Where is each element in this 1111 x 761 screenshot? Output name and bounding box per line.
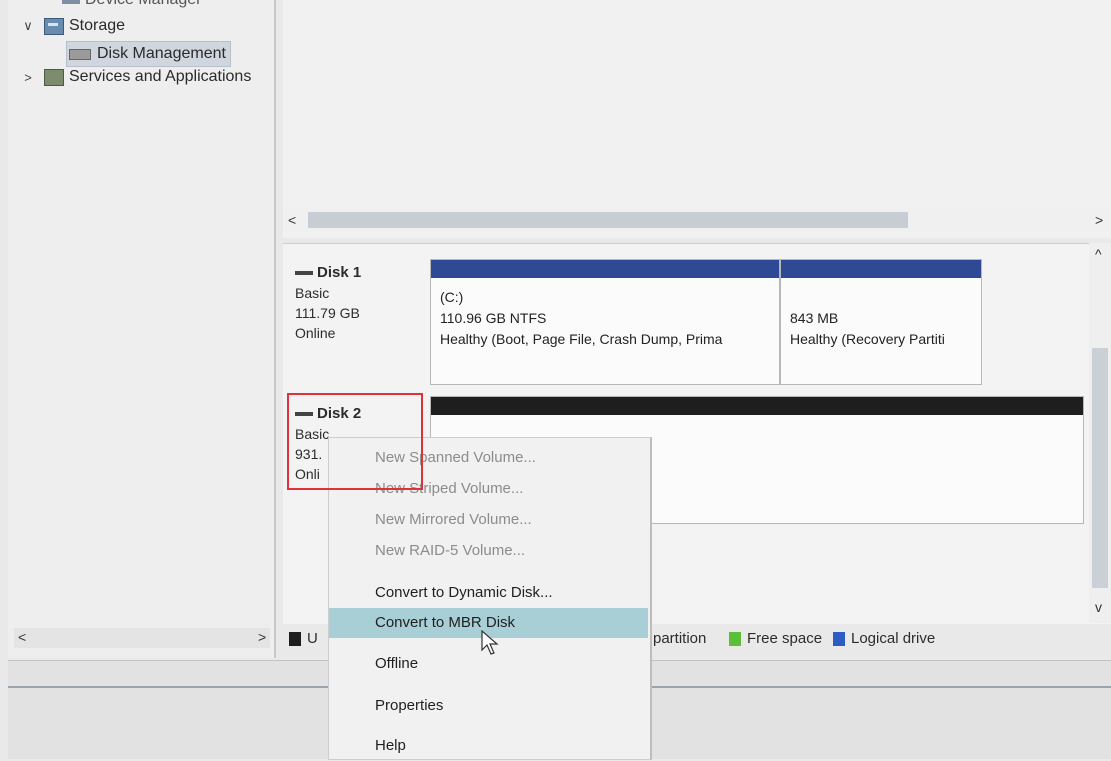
partition-bar (431, 397, 1083, 415)
disk1-partition-recovery[interactable]: 843 MB Healthy (Recovery Partiti (780, 259, 982, 385)
chevron-right-icon[interactable]: > (20, 70, 36, 85)
scroll-up-icon[interactable]: ^ (1095, 246, 1102, 262)
disk1-name: Disk 1 (295, 263, 425, 283)
device-manager-icon (62, 0, 80, 4)
partition-label: (C:) (440, 289, 464, 305)
scroll-left-icon[interactable]: < (288, 212, 296, 228)
scroll-right-icon[interactable]: > (1095, 212, 1103, 228)
console-tree: Device Manager ∨ Storage Disk Management… (8, 0, 276, 658)
disk-management-icon (69, 48, 91, 60)
volume-list-horizontal-scrollbar[interactable]: < > (283, 209, 1111, 231)
tree-horizontal-scrollbar[interactable]: < > (14, 628, 270, 648)
partition-size: 843 MB (790, 310, 839, 326)
unallocated-swatch-icon (289, 632, 301, 647)
legend-partition: partition (653, 630, 707, 647)
tree-item-device-manager[interactable]: Device Manager (62, 0, 202, 9)
scrollbar-thumb[interactable] (308, 212, 908, 228)
partition-status: Healthy (Boot, Page File, Crash Dump, Pr… (440, 331, 723, 347)
partition-size: 110.96 GB NTFS (440, 310, 547, 326)
menu-new-mirrored-volume[interactable]: New Mirrored Volume... (329, 505, 648, 535)
legend-logical-drive: Logical drive (833, 630, 935, 647)
menu-new-raid5-volume[interactable]: New RAID-5 Volume... (329, 536, 648, 566)
menu-help[interactable]: Help (329, 731, 648, 761)
legend-unallocated: U (289, 630, 318, 647)
tree-item-services-and-applications[interactable]: > Services and Applications (20, 68, 251, 86)
disk1-status: Online (295, 325, 336, 341)
menu-properties[interactable]: Properties (329, 691, 648, 721)
logical-drive-swatch-icon (833, 632, 845, 647)
disk-icon (295, 271, 313, 275)
scroll-left-icon[interactable]: < (18, 629, 26, 645)
storage-icon (44, 17, 64, 35)
disk-pane-vertical-scrollbar[interactable]: ^ v (1089, 243, 1111, 623)
disk1-info[interactable]: Disk 1 Basic 111.79 GB Online (295, 263, 425, 343)
partition-status: Healthy (Recovery Partiti (790, 331, 945, 347)
scrollbar-thumb[interactable] (1092, 348, 1108, 588)
annotation-highlight-box (287, 393, 423, 490)
tree-item-storage[interactable]: ∨ Storage (20, 17, 125, 35)
disk1-type: Basic (295, 285, 330, 301)
scroll-right-icon[interactable]: > (258, 629, 266, 645)
volume-list-pane (283, 0, 1111, 238)
chevron-down-icon[interactable]: ∨ (20, 18, 36, 34)
disk1-size: 111.79 GB (295, 305, 360, 321)
menu-convert-to-dynamic-disk[interactable]: Convert to Dynamic Disk... (329, 578, 648, 608)
partition-bar (431, 260, 779, 278)
partition-bar (781, 260, 981, 278)
free-space-swatch-icon (729, 632, 741, 647)
scroll-down-icon[interactable]: v (1095, 599, 1102, 615)
legend-free-space: Free space (729, 630, 822, 647)
services-icon (44, 68, 64, 86)
mouse-pointer-icon (481, 630, 499, 655)
disk1-partition-c[interactable]: (C:) 110.96 GB NTFS Healthy (Boot, Page … (430, 259, 780, 385)
tree-item-disk-management[interactable]: Disk Management (66, 41, 231, 67)
